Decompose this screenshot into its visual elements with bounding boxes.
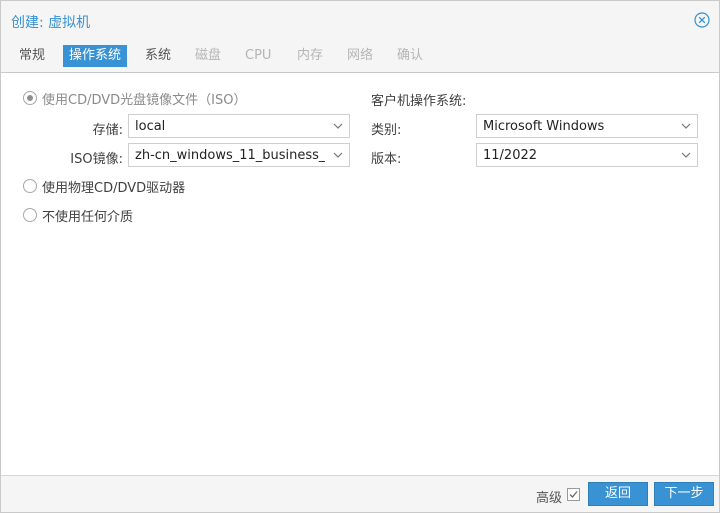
guest-os-heading: 客户机操作系统: [371,94,467,109]
iso-image-label: ISO镜像: [70,152,123,167]
guest-version-label: 版本: [371,152,402,167]
guest-type-label: 类别: [371,123,402,138]
radio-physical-drive[interactable] [23,179,37,193]
dialog-footer: 高级 返回 下一步 [1,475,719,512]
tab-system[interactable]: 系统 [139,45,177,67]
dialog-title: 创建: 虚拟机 [11,15,91,31]
option-use-iso-label: 使用CD/DVD光盘镜像文件（ISO） [42,93,247,108]
iso-image-value: zh-cn_windows_11_business_editions [135,148,325,163]
next-button[interactable]: 下一步 [654,482,714,506]
option-physical-drive-label: 使用物理CD/DVD驱动器 [42,181,186,196]
option-no-media-label: 不使用任何介质 [42,210,134,225]
checkmark-icon [569,491,578,498]
tab-os[interactable]: 操作系统 [63,45,128,67]
guest-version-combobox[interactable]: 11/2022 [476,143,698,167]
storage-value: local [135,119,166,134]
storage-combobox[interactable]: local [128,114,350,138]
iso-image-combobox[interactable]: zh-cn_windows_11_business_editions [128,143,350,167]
guest-version-value: 11/2022 [483,148,538,163]
tab-bar: 常规 操作系统 系统 磁盘 CPU 内存 网络 确认 [1,41,719,73]
advanced-label: 高级 [536,491,563,506]
tab-memory[interactable]: 内存 [291,45,329,67]
os-panel: 使用CD/DVD光盘镜像文件（ISO） 存储: local ISO镜像: zh-… [1,74,719,474]
title-bar: 创建: 虚拟机 [1,1,719,41]
tab-cpu[interactable]: CPU [239,45,277,67]
storage-label: 存储: [92,123,123,138]
guest-type-combobox[interactable]: Microsoft Windows [476,114,698,138]
chevron-down-icon[interactable] [681,121,691,131]
tab-disk[interactable]: 磁盘 [189,45,227,67]
back-button[interactable]: 返回 [588,482,648,506]
radio-no-media[interactable] [23,208,37,222]
radio-use-iso[interactable] [23,91,37,105]
chevron-down-icon[interactable] [333,150,343,160]
tab-confirm[interactable]: 确认 [391,45,429,67]
tab-network[interactable]: 网络 [341,45,379,67]
chevron-down-icon[interactable] [681,150,691,160]
create-vm-dialog: 创建: 虚拟机 常规 操作系统 系统 磁盘 CPU 内存 网络 确认 使用CD/… [0,0,720,513]
advanced-checkbox[interactable] [567,488,580,501]
guest-type-value: Microsoft Windows [483,119,605,134]
chevron-down-icon[interactable] [333,121,343,131]
tab-general[interactable]: 常规 [13,45,51,67]
close-icon[interactable] [694,12,710,28]
